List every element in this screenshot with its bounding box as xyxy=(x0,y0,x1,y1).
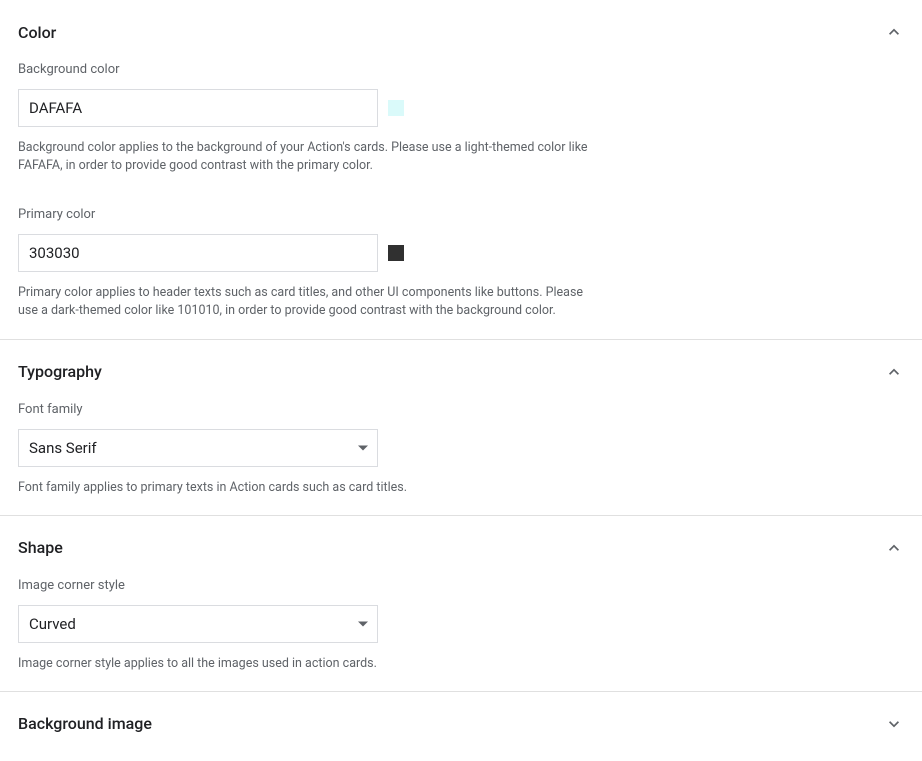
chevron-up-icon xyxy=(884,22,904,42)
helper-background-color: Background color applies to the backgrou… xyxy=(18,139,593,175)
helper-font-family: Font family applies to primary texts in … xyxy=(18,479,593,497)
section-title-shape: Shape xyxy=(18,538,63,557)
helper-image-corner-style: Image corner style applies to all the im… xyxy=(18,655,593,673)
field-font-family: Font family Font family applies to prima… xyxy=(18,402,904,497)
primary-color-input[interactable] xyxy=(18,234,378,272)
background-color-swatch xyxy=(388,100,404,116)
section-header-typography[interactable]: Typography xyxy=(18,362,904,382)
section-color: Color Background color Background color … xyxy=(0,0,922,340)
field-primary-color: Primary color Primary color applies to h… xyxy=(18,207,904,320)
label-font-family: Font family xyxy=(18,402,904,417)
section-shape: Shape Image corner style Image corner st… xyxy=(0,516,922,692)
font-family-select[interactable] xyxy=(18,429,378,467)
background-color-input[interactable] xyxy=(18,89,378,127)
helper-primary-color: Primary color applies to header texts su… xyxy=(18,284,593,320)
field-background-color: Background color Background color applie… xyxy=(18,62,904,175)
section-title-background-image: Background image xyxy=(18,714,152,733)
chevron-up-icon xyxy=(884,362,904,382)
label-background-color: Background color xyxy=(18,62,904,77)
section-header-color[interactable]: Color xyxy=(18,22,904,42)
section-header-background-image[interactable]: Background image xyxy=(18,714,904,734)
label-image-corner-style: Image corner style xyxy=(18,578,904,593)
chevron-up-icon xyxy=(884,538,904,558)
field-image-corner-style: Image corner style Image corner style ap… xyxy=(18,578,904,673)
label-primary-color: Primary color xyxy=(18,207,904,222)
section-title-typography: Typography xyxy=(18,362,102,381)
image-corner-select[interactable] xyxy=(18,605,378,643)
section-header-shape[interactable]: Shape xyxy=(18,538,904,558)
primary-color-swatch xyxy=(388,245,404,261)
section-title-color: Color xyxy=(18,23,56,42)
chevron-down-icon xyxy=(884,714,904,734)
section-background-image: Background image xyxy=(0,692,922,756)
section-typography: Typography Font family Font family appli… xyxy=(0,340,922,516)
